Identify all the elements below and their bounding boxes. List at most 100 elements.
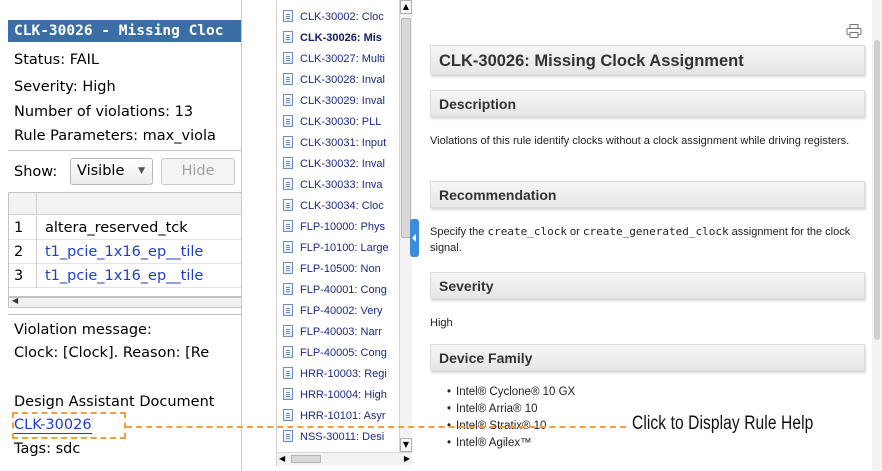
tree-item[interactable]: CLK-30002: Cloc: [277, 7, 404, 28]
visibility-select[interactable]: Visible ▼: [70, 158, 153, 185]
row-number: 3: [9, 264, 37, 288]
tree-item-label: CLK-30028: Inval: [300, 74, 385, 86]
rule-title-bar: CLK-30026 - Missing Cloc: [8, 20, 241, 42]
rule-tree-panel: CLK-30002: Cloc CLK-30026: Mis CLK-30027: …: [276, 0, 414, 466]
divider: [8, 150, 241, 151]
tree-item[interactable]: CLK-30029: Inval: [277, 91, 404, 112]
tags-text: Tags: sdc: [14, 441, 81, 457]
document-icon: [283, 31, 293, 43]
tree-item-label: HRR-10101: Asyr: [300, 410, 386, 422]
row-number: 2: [9, 240, 37, 264]
tree-item-label: CLK-30034: Cloc: [300, 200, 384, 212]
tree-item[interactable]: CLK-30027: Multi: [277, 49, 404, 70]
document-icon: [283, 241, 293, 253]
row-name-link[interactable]: t1_pcie_1x16_ep__tile: [45, 264, 203, 288]
print-icon[interactable]: [846, 24, 862, 38]
tree-item-label: CLK-30027: Multi: [300, 53, 385, 65]
document-icon: [283, 388, 293, 400]
violation-message-label: Violation message:: [14, 322, 152, 338]
tree-item-label: FLP-10500: Non: [300, 263, 381, 275]
row-number: 1: [9, 216, 37, 240]
tree-item[interactable]: FLP-10100: Large: [277, 238, 404, 259]
tree-item-label: CLK-30033: Inva: [300, 179, 383, 191]
violations-count-text: Number of violations: 13: [14, 104, 194, 120]
show-label: Show:: [14, 164, 58, 180]
table-horizontal-scrollbar[interactable]: ◀: [8, 296, 241, 308]
rule-help-link[interactable]: CLK-30026: [14, 417, 92, 434]
document-icon: [283, 115, 293, 127]
tree-item-label: FLP-40002: Very: [300, 305, 383, 317]
tree-item-label: NSS-30011: Desi: [300, 431, 385, 443]
tree-item[interactable]: FLP-40005: Cong: [277, 343, 404, 364]
hide-button[interactable]: Hide: [161, 158, 235, 185]
tree-item[interactable]: HRR-10101: Asyr: [277, 406, 404, 427]
table-row[interactable]: 3 t1_pcie_1x16_ep__tile: [9, 264, 241, 288]
chevron-left-icon[interactable]: ◀: [12, 296, 18, 305]
chevron-down-icon[interactable]: ▼: [400, 438, 412, 452]
document-icon: [283, 304, 293, 316]
tree-item-label: FLP-10100: Large: [300, 242, 389, 254]
scrollbar-thumb[interactable]: [291, 455, 321, 463]
device-family-heading: Device Family: [430, 344, 865, 371]
tree-item[interactable]: CLK-30032: Inval: [277, 154, 404, 175]
chevron-right-icon[interactable]: ▶: [404, 453, 410, 465]
tree-item-label: CLK-30026: Mis: [300, 32, 382, 44]
document-icon: [283, 52, 293, 64]
document-icon: [283, 325, 293, 337]
chevron-left-icon[interactable]: ◀: [279, 453, 285, 465]
document-icon: [283, 178, 293, 190]
help-vertical-scrollbar[interactable]: [872, 0, 882, 471]
tree-item[interactable]: CLK-30034: Cloc: [277, 196, 404, 217]
row-name: altera_reserved_tck: [45, 220, 188, 236]
recommendation-text: Specify the create_clock or create_gener…: [430, 225, 851, 254]
device-family-item: Intel® Arria® 10: [447, 403, 537, 415]
severity-text: Severity: High: [14, 79, 116, 95]
rule-details-panel: CLK-30026 - Missing Cloc Status: FAIL Se…: [0, 0, 242, 471]
tree-item[interactable]: HRR-10004: High: [277, 385, 404, 406]
scrollbar-thumb[interactable]: [401, 18, 411, 238]
severity-value: High: [430, 317, 453, 329]
callout-dashed-line: [126, 426, 626, 428]
tree-item-label: CLK-30002: Cloc: [300, 11, 384, 23]
design-assistant-doc-label: Design Assistant Document: [14, 394, 215, 410]
table-header: [9, 193, 241, 215]
tree-item[interactable]: FLP-10500: Non: [277, 259, 404, 280]
tree-item-label: CLK-30029: Inval: [300, 95, 385, 107]
recommendation-heading: Recommendation: [430, 181, 865, 208]
scrollbar-thumb[interactable]: [874, 40, 880, 340]
tree-item[interactable]: FLP-40001: Cong: [277, 280, 404, 301]
document-icon: [283, 220, 293, 232]
tree-item[interactable]: NSS-30011: Desi: [277, 427, 404, 448]
table-row[interactable]: 1 altera_reserved_tck: [9, 216, 241, 240]
tree-item[interactable]: CLK-30026: Mis: [277, 28, 404, 49]
create-clock-code: create_clock: [487, 225, 567, 238]
tree-item[interactable]: FLP-10000: Phys: [277, 217, 404, 238]
tree-item-label: HRR-10003: Regi: [300, 368, 387, 380]
document-icon: [283, 94, 293, 106]
tree-item[interactable]: CLK-30030: PLL: [277, 112, 404, 133]
document-icon: [283, 262, 293, 274]
help-title: CLK-30026: Missing Clock Assignment: [430, 45, 865, 75]
tree-item[interactable]: CLK-30031: Input: [277, 133, 404, 154]
tree-item[interactable]: FLP-40002: Very: [277, 301, 404, 322]
tree-item-label: FLP-40005: Cong: [300, 347, 387, 359]
tree-item[interactable]: FLP-40003: Narr: [277, 322, 404, 343]
document-icon: [283, 10, 293, 22]
create-generated-clock-code: create_generated_clock: [582, 225, 729, 238]
callout-label: Click to Display Rule Help: [632, 413, 814, 434]
description-text: Violations of this rule identify clocks …: [430, 135, 850, 147]
tree-item[interactable]: HRR-10003: Regi: [277, 364, 404, 385]
chevron-up-icon[interactable]: ▲: [400, 0, 412, 14]
tree-item[interactable]: CLK-30028: Inval: [277, 70, 404, 91]
table-row[interactable]: 2 t1_pcie_1x16_ep__tile: [9, 240, 241, 264]
divider: [8, 314, 241, 315]
document-icon: [283, 199, 293, 211]
tree-horizontal-scrollbar[interactable]: ◀ ▶: [277, 452, 412, 465]
violation-message-text: Clock: [Clock]. Reason: [Re: [14, 345, 210, 361]
document-icon: [283, 430, 293, 442]
rule-help-panel: CLK-30026: Missing Clock Assignment Desc…: [420, 0, 882, 471]
row-name-link[interactable]: t1_pcie_1x16_ep__tile: [45, 240, 203, 264]
tree-item-label: FLP-40003: Narr: [300, 326, 382, 338]
collapse-panel-handle[interactable]: [410, 219, 419, 257]
tree-item[interactable]: CLK-30033: Inva: [277, 175, 404, 196]
